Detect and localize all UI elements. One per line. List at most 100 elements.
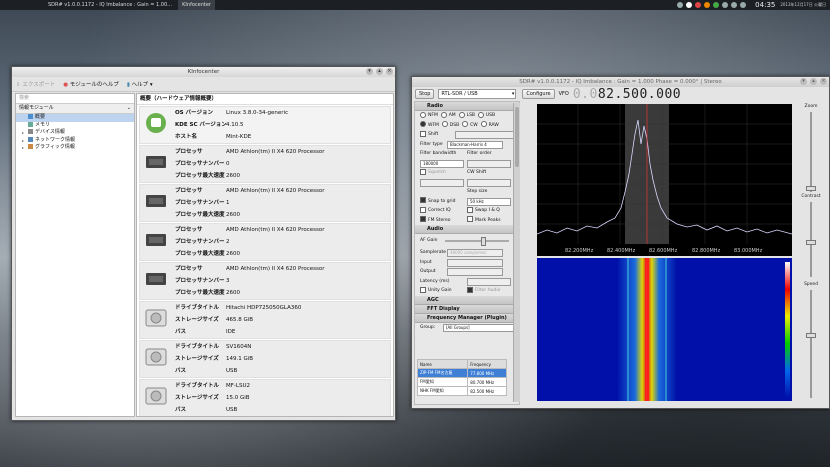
- latency-spinbox[interactable]: [467, 277, 511, 286]
- info-key: プロセッサナンバー: [175, 278, 225, 284]
- step-size-select[interactable]: 50 kHz: [467, 197, 511, 206]
- tray-icon[interactable]: [731, 2, 738, 8]
- task-sdr[interactable]: SDR# v1.0.0.1172 - IQ Imbalance : Gain =…: [44, 0, 176, 10]
- speed-slider[interactable]: [810, 290, 812, 398]
- slider-knob[interactable]: [481, 237, 486, 246]
- waterfall-display[interactable]: [537, 258, 792, 401]
- stop-button[interactable]: Stop: [415, 89, 435, 99]
- radio-icon: [480, 121, 487, 127]
- speed-slider-knob[interactable]: [806, 333, 816, 338]
- close-icon[interactable]: ×: [386, 68, 393, 75]
- contrast-label: Contrast: [801, 194, 821, 199]
- squelch-spinbox[interactable]: [420, 178, 464, 187]
- mode-usb[interactable]: USB: [477, 111, 495, 118]
- kinfo-titlebar[interactable]: KInfocenter ▾ ▴ ×: [12, 67, 395, 77]
- radio-section-header[interactable]: Radio: [415, 102, 519, 111]
- af-gain-slider[interactable]: [445, 237, 509, 246]
- search-input[interactable]: 検索: [16, 94, 134, 104]
- mode-raw[interactable]: RAW: [480, 121, 499, 128]
- expand-arrow-icon[interactable]: ▸: [22, 144, 24, 152]
- mode-nfm[interactable]: NFM: [420, 111, 438, 118]
- tray-icon[interactable]: [704, 2, 711, 8]
- tree-item-network[interactable]: ▸ ネットワーク情報: [16, 136, 134, 145]
- mark-peaks[interactable]: Mark Peaks: [467, 216, 501, 226]
- minimize-icon[interactable]: ▾: [800, 78, 807, 85]
- tray-icon[interactable]: [686, 2, 693, 8]
- filter-audio[interactable]: Filter Audio: [467, 286, 500, 296]
- scrollbar-thumb[interactable]: [515, 107, 519, 167]
- device-select[interactable]: RTL-SDR / USB ▾: [438, 89, 517, 99]
- contrast-slider-knob[interactable]: [806, 240, 816, 245]
- filter-order-spinbox[interactable]: [467, 159, 511, 168]
- zoom-slider[interactable]: [810, 112, 812, 192]
- spectrum-display[interactable]: 82.200MHz 82.400MHz 82.600MHz 82.800MHz …: [537, 104, 792, 256]
- page-title: 概要（ハードウェア情報概要）: [137, 94, 393, 105]
- mode-am[interactable]: AM: [440, 111, 456, 118]
- tree-item-label: デバイス情報: [35, 129, 65, 135]
- expand-arrow-icon[interactable]: ▸: [22, 137, 24, 145]
- info-key: プロセッサ: [175, 149, 203, 155]
- frequency-display[interactable]: 0.082.500.000: [573, 87, 681, 102]
- filter-bandwidth-spinbox[interactable]: 180000: [420, 159, 464, 168]
- table-header[interactable]: Frequency: [467, 359, 507, 369]
- tree-header[interactable]: 情報モジュール ⌄: [16, 104, 134, 114]
- unity-row: Unity Gain Filter Audio: [415, 286, 519, 296]
- tray-icon[interactable]: [722, 2, 729, 8]
- tray-icon[interactable]: [695, 2, 702, 8]
- station-frequency: 82.500 MHz: [467, 386, 507, 396]
- filter-inputs-row: 180000: [415, 159, 519, 169]
- mode-cw[interactable]: CW: [462, 121, 478, 128]
- info-value: USB: [226, 407, 238, 413]
- squelch-checkbox[interactable]: [420, 168, 426, 175]
- output-select[interactable]: [447, 268, 503, 276]
- group-select[interactable]: [All Groups]: [443, 323, 515, 332]
- tree-item-graphics[interactable]: ▸ グラフィック情報: [16, 144, 134, 152]
- configure-button[interactable]: Configure: [522, 89, 555, 99]
- module-sidebar: 検索 情報モジュール ⌄ 概要 メモリ ▸ デバイス情報 ▸ ネットワーク情報 ▸ グラ…: [15, 93, 135, 417]
- clock[interactable]: 04:35: [755, 1, 775, 9]
- export-button[interactable]: ⇩ エクスポート: [16, 80, 55, 88]
- tray-icon[interactable]: [713, 2, 720, 8]
- samplerate-select[interactable]: 48000 sample/sec: [447, 249, 503, 257]
- control-panel-scrollbar[interactable]: [513, 103, 520, 402]
- info-value: 4.10.5: [226, 122, 244, 128]
- tree-item-memory[interactable]: メモリ: [16, 121, 134, 130]
- maximize-icon[interactable]: ▴: [376, 68, 383, 75]
- fft-section-header[interactable]: FFT Display: [415, 304, 519, 314]
- expand-arrow-icon[interactable]: ▸: [22, 129, 24, 137]
- table-row[interactable]: FM愛知 80.700 MHz: [416, 377, 507, 387]
- close-icon[interactable]: ×: [820, 78, 827, 85]
- task-kinfocenter[interactable]: KInfocenter: [178, 0, 215, 10]
- table-row[interactable]: ZIP-FM FM名古屋 77.800 MHz: [416, 368, 507, 378]
- audio-section-header[interactable]: Audio: [415, 225, 519, 234]
- cw-shift-spinbox[interactable]: [467, 178, 511, 187]
- minimize-icon[interactable]: ▾: [366, 68, 373, 75]
- table-header[interactable]: Name: [416, 359, 469, 369]
- correct-iq-checkbox[interactable]: [420, 206, 426, 213]
- input-select[interactable]: [447, 258, 503, 267]
- maximize-icon[interactable]: ▴: [810, 78, 817, 85]
- agc-section-header[interactable]: AGC: [415, 295, 519, 305]
- mode-wfm[interactable]: WFM: [420, 121, 439, 128]
- sdr-titlebar[interactable]: SDR# v1.0.0.1172 - IQ Imbalance : Gain =…: [412, 77, 829, 87]
- help-menu-button[interactable]: ▮ ヘルプ ▾: [127, 80, 153, 88]
- tray-icon[interactable]: [677, 2, 684, 8]
- tree-item-overview[interactable]: 概要: [16, 114, 134, 122]
- mode-row: NFM AM LSB USB: [415, 111, 519, 121]
- mode-lsb[interactable]: LSB: [458, 111, 475, 118]
- zoom-slider-knob[interactable]: [806, 186, 816, 191]
- radio-icon: [420, 121, 426, 127]
- module-help-button[interactable]: ● モジュールのヘルプ: [63, 80, 119, 88]
- shift-spinbox[interactable]: [455, 131, 517, 139]
- tree-item-devices[interactable]: ▸ デバイス情報: [16, 129, 134, 137]
- fm-stereo-checkbox[interactable]: [420, 216, 426, 222]
- snap-checkbox[interactable]: [420, 197, 426, 203]
- unity-gain-checkbox[interactable]: [420, 286, 426, 293]
- shift-checkbox[interactable]: [420, 130, 426, 137]
- swap-iq[interactable]: Swap I & Q: [467, 206, 500, 216]
- frequency-manager-header[interactable]: Frequency Manager (Plugin): [415, 313, 519, 323]
- table-row[interactable]: NHK FM愛知 82.500 MHz: [416, 386, 507, 396]
- filter-type-select[interactable]: Blackman-Harris 4: [447, 140, 503, 149]
- tray-icon[interactable]: [740, 2, 747, 8]
- mode-dsb[interactable]: DSB: [441, 121, 459, 128]
